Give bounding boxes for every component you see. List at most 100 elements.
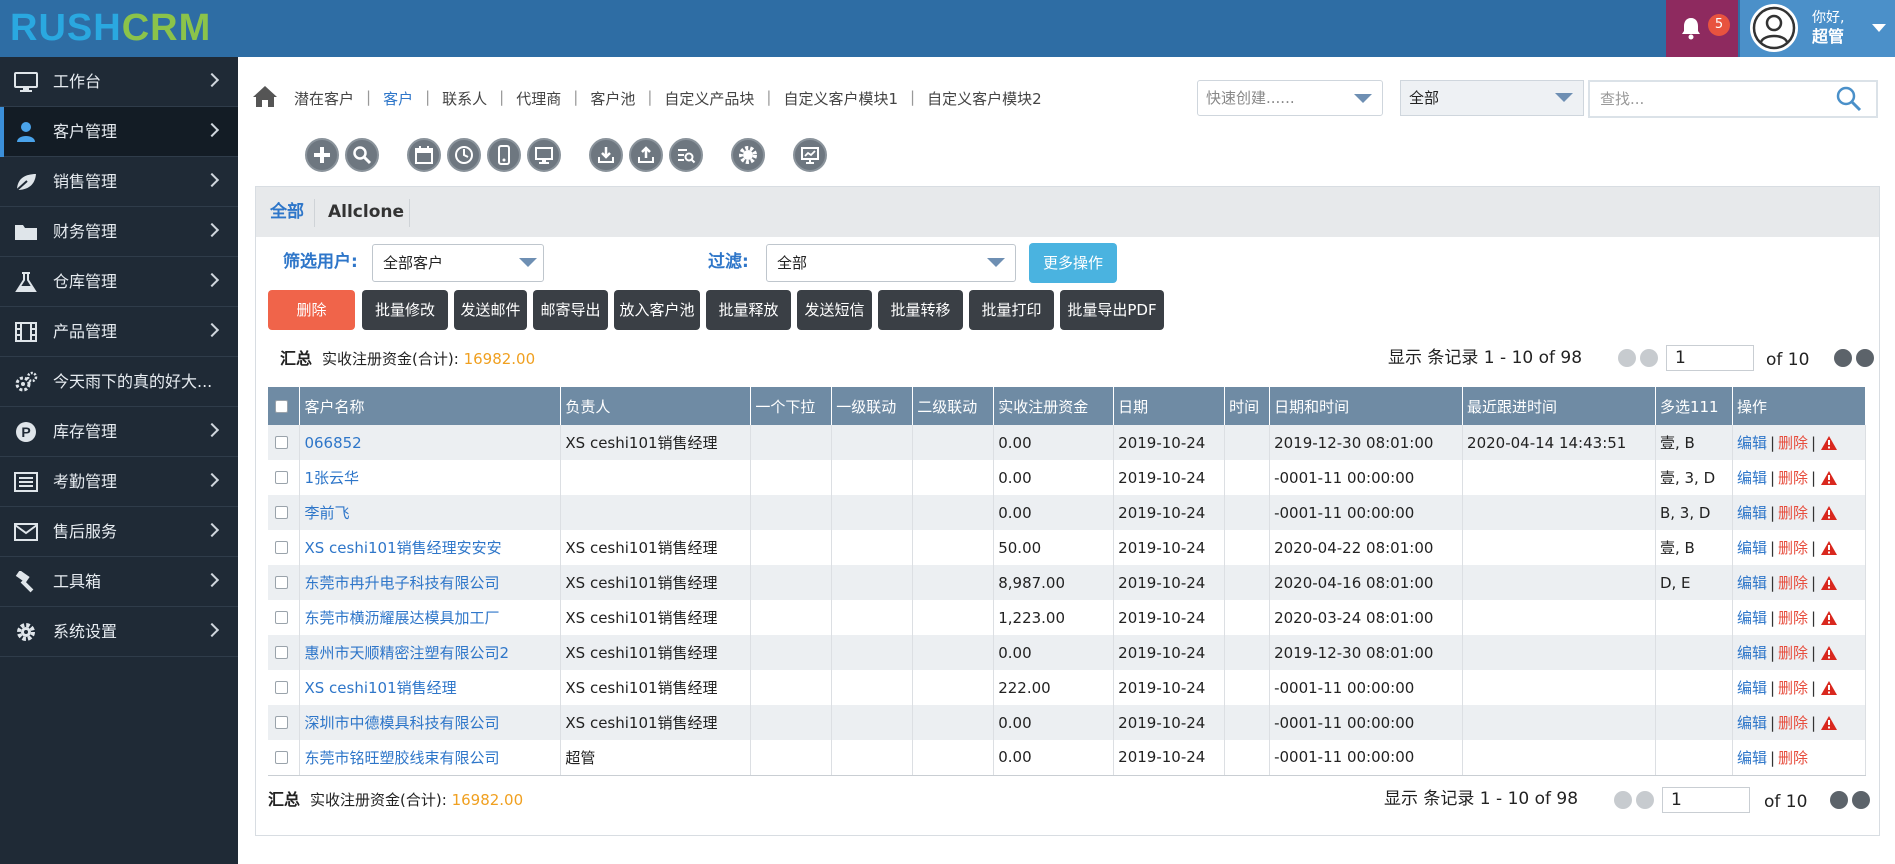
header-owner[interactable]: 负责人 bbox=[560, 387, 752, 425]
header-date[interactable]: 日期 bbox=[1113, 387, 1226, 425]
last-page-button[interactable] bbox=[1856, 349, 1874, 367]
edit-link[interactable]: 编辑 bbox=[1737, 574, 1767, 592]
table-row[interactable]: XS ceshi101销售经理安安安 XS ceshi101销售经理 50.00 20… bbox=[268, 530, 1867, 565]
prev-page-button[interactable] bbox=[1640, 349, 1658, 367]
row-checkbox[interactable] bbox=[275, 681, 288, 694]
header-time[interactable]: 时间 bbox=[1224, 387, 1271, 425]
batch-edit-button[interactable]: 批量修改 bbox=[362, 290, 448, 330]
sidebar-item-custom-module[interactable]: 今天雨下的真的好大... bbox=[0, 357, 238, 407]
edit-link[interactable]: 编辑 bbox=[1737, 679, 1767, 697]
customer-name-link[interactable]: 深圳市中德模具科技有限公司 bbox=[304, 714, 499, 732]
prev-page-button[interactable] bbox=[1636, 791, 1654, 809]
quick-create-select[interactable]: 快速创建...... bbox=[1197, 80, 1383, 116]
next-page-button[interactable] bbox=[1834, 349, 1852, 367]
sidebar-item-system-settings[interactable]: 系统设置 bbox=[0, 607, 238, 657]
edit-link[interactable]: 编辑 bbox=[1737, 644, 1767, 662]
first-page-button[interactable] bbox=[1614, 791, 1632, 809]
row-checkbox[interactable] bbox=[275, 611, 288, 624]
customer-name-link[interactable]: XS ceshi101销售经理 bbox=[304, 679, 456, 697]
delete-link[interactable]: 删除 bbox=[1778, 539, 1808, 557]
user-menu[interactable]: 你好, 超管 bbox=[1740, 0, 1895, 57]
delete-link[interactable]: 删除 bbox=[1778, 609, 1808, 627]
customer-name-link[interactable]: 惠州市天顺精密注塑有限公司2 bbox=[304, 644, 509, 662]
put-into-pool-button[interactable]: 放入客户池 bbox=[614, 290, 700, 330]
warning-icon[interactable] bbox=[1821, 471, 1838, 485]
row-checkbox[interactable] bbox=[275, 750, 288, 764]
tab-all[interactable]: 全部 bbox=[270, 201, 304, 223]
header-level2-linkage[interactable]: 二级联动 bbox=[912, 387, 995, 425]
filter-select[interactable]: 全部 bbox=[766, 244, 1016, 282]
warning-icon[interactable] bbox=[1821, 681, 1838, 695]
nav-link-agents[interactable]: 代理商 bbox=[516, 88, 561, 109]
delete-link[interactable]: 删除 bbox=[1778, 679, 1808, 697]
table-row[interactable]: 惠州市天顺精密注塑有限公司2 XS ceshi101销售经理 0.00 2019-10… bbox=[268, 635, 1867, 670]
header-dropdown[interactable]: 一个下拉 bbox=[750, 387, 833, 425]
next-page-button[interactable] bbox=[1830, 791, 1848, 809]
settings-button[interactable] bbox=[731, 138, 765, 172]
row-checkbox[interactable] bbox=[275, 471, 288, 484]
sidebar-item-workbench[interactable]: 工作台 bbox=[0, 57, 238, 107]
table-row[interactable]: 李前飞 0.00 2019-10-24 -0001-11 00:00:00 B, 3, … bbox=[268, 495, 1867, 530]
export-button[interactable] bbox=[629, 138, 663, 172]
select-all-checkbox[interactable] bbox=[275, 399, 288, 413]
row-checkbox[interactable] bbox=[275, 646, 288, 659]
filter-user-select[interactable]: 全部客户 bbox=[372, 244, 544, 282]
table-row[interactable]: 066852 XS ceshi101销售经理 0.00 2019-10-24 2019-… bbox=[268, 425, 1867, 460]
sidebar-item-customer-management[interactable]: 客户管理 bbox=[0, 107, 238, 157]
search-scope-select[interactable]: 全部 bbox=[1400, 80, 1584, 116]
nav-link-potential-customers[interactable]: 潜在客户 bbox=[294, 88, 354, 109]
customer-name-link[interactable]: 东莞市横沥耀展达模具加工厂 bbox=[304, 609, 499, 627]
batch-export-pdf-button[interactable]: 批量导出PDF bbox=[1060, 290, 1164, 330]
page-input[interactable]: 1 bbox=[1666, 345, 1754, 371]
delete-link[interactable]: 删除 bbox=[1778, 434, 1808, 452]
nav-link-custom-customer-module-1[interactable]: 自定义客户模块1 bbox=[783, 88, 898, 109]
sidebar-item-after-sales[interactable]: 售后服务 bbox=[0, 507, 238, 557]
header-level1-linkage[interactable]: 一级联动 bbox=[831, 387, 914, 425]
nav-link-customer-pool[interactable]: 客户池 bbox=[590, 88, 635, 109]
customer-name-link[interactable]: 1张云华 bbox=[304, 469, 359, 487]
tab-allclone[interactable]: Allclone bbox=[328, 201, 404, 223]
warning-icon[interactable] bbox=[1821, 541, 1838, 555]
first-page-button[interactable] bbox=[1618, 349, 1636, 367]
sidebar-item-product-management[interactable]: 产品管理 bbox=[0, 307, 238, 357]
header-paid-capital[interactable]: 实收注册资金 bbox=[993, 387, 1115, 425]
row-checkbox[interactable] bbox=[275, 541, 288, 554]
row-checkbox[interactable] bbox=[275, 576, 288, 589]
add-button[interactable] bbox=[305, 138, 339, 172]
warning-icon[interactable] bbox=[1821, 611, 1838, 625]
edit-link[interactable]: 编辑 bbox=[1737, 504, 1767, 522]
search-icon[interactable] bbox=[1836, 86, 1862, 112]
search-records-button[interactable] bbox=[345, 138, 379, 172]
sidebar-item-sales-management[interactable]: 销售管理 bbox=[0, 157, 238, 207]
customer-name-link[interactable]: 东莞市铭旺塑胶线束有限公司 bbox=[304, 749, 499, 767]
mail-export-button[interactable]: 邮寄导出 bbox=[533, 290, 608, 330]
import-button[interactable] bbox=[589, 138, 623, 172]
edit-link[interactable]: 编辑 bbox=[1737, 609, 1767, 627]
table-row[interactable]: 东莞市横沥耀展达模具加工厂 XS ceshi101销售经理 1,223.00 2019… bbox=[268, 600, 1867, 635]
clock-button[interactable] bbox=[447, 138, 481, 172]
nav-link-contacts[interactable]: 联系人 bbox=[442, 88, 487, 109]
header-datetime[interactable]: 日期和时间 bbox=[1269, 387, 1464, 425]
sidebar-item-warehouse-management[interactable]: 仓库管理 bbox=[0, 257, 238, 307]
row-checkbox[interactable] bbox=[275, 436, 288, 449]
calendar-button[interactable] bbox=[407, 138, 441, 172]
edit-link[interactable]: 编辑 bbox=[1737, 749, 1767, 767]
delete-link[interactable]: 删除 bbox=[1778, 714, 1808, 732]
sidebar-item-finance-management[interactable]: 财务管理 bbox=[0, 207, 238, 257]
last-page-button[interactable] bbox=[1852, 791, 1870, 809]
sidebar-item-toolbox[interactable]: 工具箱 bbox=[0, 557, 238, 607]
edit-link[interactable]: 编辑 bbox=[1737, 469, 1767, 487]
delete-link[interactable]: 删除 bbox=[1778, 504, 1808, 522]
find-duplicates-button[interactable] bbox=[669, 138, 703, 172]
brand-logo[interactable]: RUSHCRM bbox=[10, 6, 211, 50]
batch-transfer-button[interactable]: 批量转移 bbox=[878, 290, 963, 330]
table-row[interactable]: XS ceshi101销售经理 XS ceshi101销售经理 222.00 2019… bbox=[268, 670, 1867, 705]
send-sms-button[interactable]: 发送短信 bbox=[797, 290, 872, 330]
sidebar-item-inventory-management[interactable]: P 库存管理 bbox=[0, 407, 238, 457]
customer-name-link[interactable]: XS ceshi101销售经理安安安 bbox=[304, 539, 501, 557]
delete-link[interactable]: 删除 bbox=[1778, 574, 1808, 592]
warning-icon[interactable] bbox=[1821, 646, 1838, 660]
delete-link[interactable]: 删除 bbox=[1778, 644, 1808, 662]
nav-link-custom-customer-module-2[interactable]: 自定义客户模块2 bbox=[927, 88, 1042, 109]
send-email-button[interactable]: 发送邮件 bbox=[454, 290, 527, 330]
